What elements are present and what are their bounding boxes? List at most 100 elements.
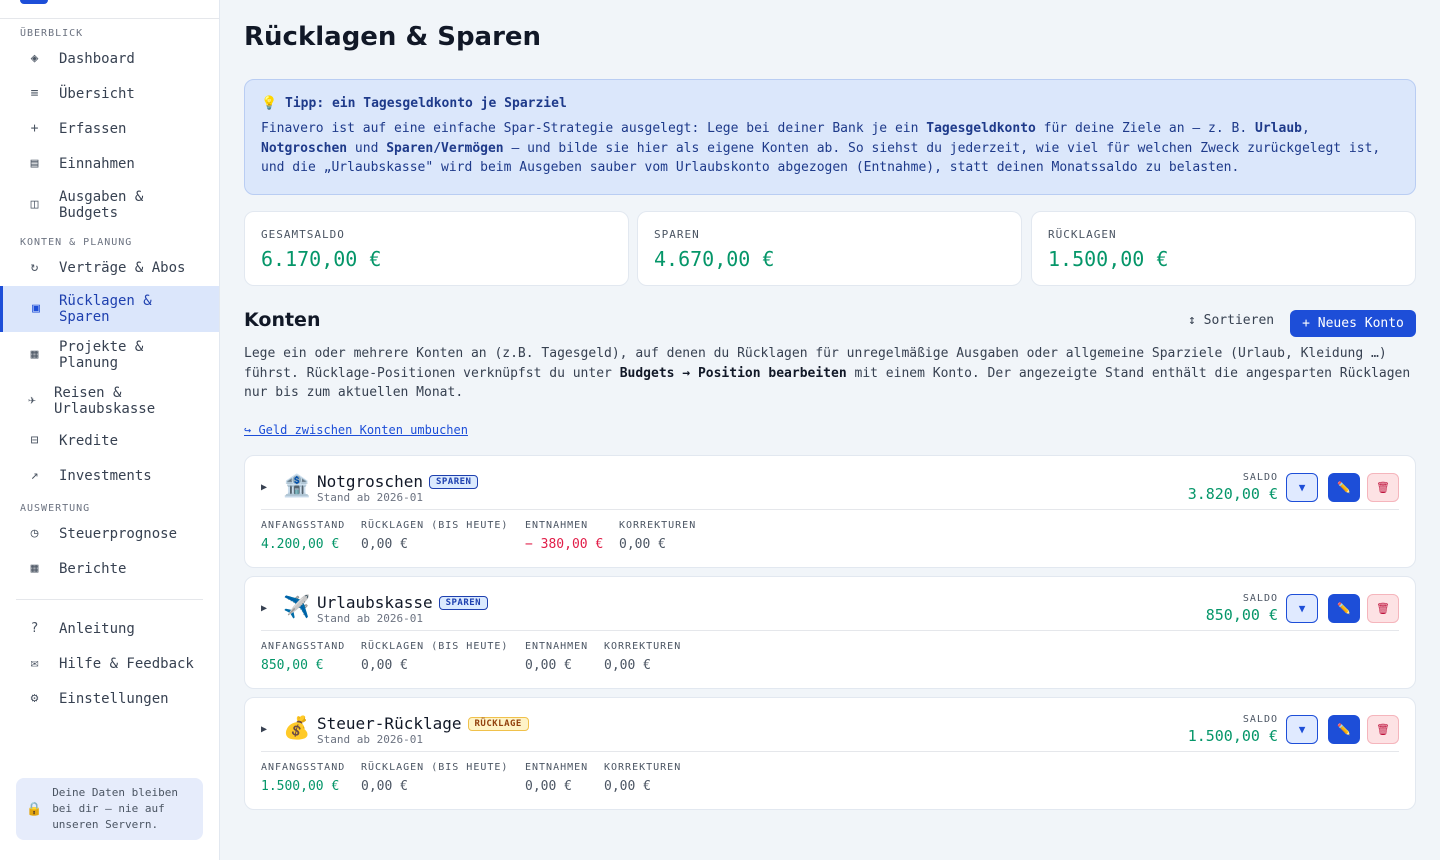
list-icon: ≡ [30,86,39,101]
start-value: 1.500,00 € [261,779,340,794]
saldo-label: SALDO [1242,593,1278,604]
trash-icon: 🗑 [1376,481,1390,494]
sidebar-item-settings[interactable]: ⚙ Einstellungen [0,690,219,708]
pencil-icon: ✏️ [1337,481,1351,494]
pencil-icon: ✏️ [1337,723,1351,736]
start-value: 4.200,00 € [261,537,340,552]
stat-value: 1.500,00 € [1048,247,1169,271]
delete-button[interactable]: 🗑 [1367,473,1399,502]
tip-bold: Tagesgeldkonto [926,121,1036,136]
withdrawals-column: ENTNAHMEN 0,00 € [525,641,588,673]
divider [261,509,1399,510]
sidebar-item-overview[interactable]: ≡ Übersicht [0,85,219,103]
sidebar-item-expenses-budgets[interactable]: ◫ Ausgaben & Budgets [0,188,219,222]
sidebar-item-label: Steuerprognose [59,526,178,542]
sidebar-item-label: Übersicht [59,86,135,102]
delete-button[interactable]: 🗑 [1367,715,1399,744]
question-icon: ? [30,621,39,636]
start-column: ANFANGSSTAND 1.500,00 € [261,762,345,794]
tip-bold: Urlaub [1255,121,1302,136]
column-label: KORREKTUREN [604,762,682,773]
sidebar-item-reserves-savings[interactable]: ▣ Rücklagen & Sparen [0,286,219,332]
account-name-row: Notgroschen SPAREN [317,472,479,491]
tip-text: für deine Ziele an – z. B. [1035,121,1256,136]
sidebar-item-label: Einstellungen [59,691,169,707]
caret-right-icon[interactable]: ▶ [261,603,267,614]
stat-value: 4.670,00 € [654,247,775,271]
edit-button[interactable]: ✏️ [1328,594,1360,623]
sort-button[interactable]: ↕ Sortieren [1188,313,1274,328]
sidebar-item-contracts[interactable]: ↻ Verträge & Abos [0,259,219,277]
app-logo[interactable] [20,0,48,4]
sidebar-item-income[interactable]: ▤ Einnahmen [0,155,219,173]
expand-button[interactable]: ▼ [1286,594,1318,623]
stat-card-total: GESAMTSALDO 6.170,00 € [244,211,629,286]
expand-button[interactable]: ▼ [1286,715,1318,744]
sidebar-item-label: Hilfe & Feedback [59,656,194,672]
saldo-value: 3.820,00 € [1187,485,1278,503]
divider [261,630,1399,631]
sidebar-item-capture[interactable]: + Erfassen [0,120,219,138]
lock-icon: 🔒 [26,801,43,817]
tip-text: und [347,140,387,156]
divider [261,751,1399,752]
stat-label: RÜCKLAGEN [1048,228,1117,241]
sidebar-item-label: Dashboard [59,51,135,67]
expand-button[interactable]: ▼ [1286,473,1318,502]
account-type-badge: SPAREN [428,474,479,489]
desc-bold: Budgets → Position bearbeiten [619,365,847,381]
account-name-row: Steuer-Rücklage RÜCKLAGE [317,714,529,733]
column-label: ANFANGSSTAND [261,762,346,773]
reserves-value: 0,00 € [361,658,408,673]
tip-text: Finavero ist auf eine einfache Spar-Stra… [261,121,927,136]
sidebar-item-dashboard[interactable]: ◈ Dashboard [0,50,219,68]
edit-button[interactable]: ✏️ [1328,473,1360,502]
edit-button[interactable]: ✏️ [1328,715,1360,744]
sidebar-item-credits[interactable]: ⊟ Kredite [0,432,219,450]
tip-body: Finavero ist auf eine einfache Spar-Stra… [261,119,1399,178]
account-card: ▶ 💰 Steuer-Rücklage RÜCKLAGE Stand ab 202… [244,697,1416,810]
caret-right-icon[interactable]: ▶ [261,482,267,493]
section-title-accounts-planning: KONTEN & PLANUNG [20,237,133,248]
accounts-description: Lege ein oder mehrere Konten an (z.B. Ta… [244,344,1416,403]
sidebar-item-label: Einnahmen [59,156,135,172]
column-label: RÜCKLAGEN (BIS HEUTE) [361,641,509,652]
start-value: 850,00 € [261,658,324,673]
account-card: ▶ ✈️ Urlaubskasse SPAREN Stand ab 2026-01… [244,576,1416,689]
budget-icon: ◫ [30,197,39,212]
sidebar-item-tax-forecast[interactable]: ◷ Steuerprognose [0,525,219,543]
money-bag-icon: 💰 [283,716,311,741]
column-label: ENTNAHMEN [525,641,589,652]
trash-icon: 🗑 [1376,602,1390,615]
sidebar-item-help-feedback[interactable]: ✉ Hilfe & Feedback [0,655,219,673]
corrections-column: KORREKTUREN 0,00 € [619,520,696,552]
trend-icon: ↗ [30,468,39,483]
account-name-row: Urlaubskasse SPAREN [317,593,489,612]
transfer-link[interactable]: ↪ Geld zwischen Konten umbuchen [244,423,468,437]
account-stand: Stand ab 2026-01 [317,612,423,625]
savings-icon: ▣ [32,301,40,316]
sidebar-item-label: Erfassen [59,121,127,137]
start-column: ANFANGSSTAND 850,00 € [261,641,345,673]
account-card: ▶ 🏦 Notgroschen SPAREN Stand ab 2026-01 S… [244,455,1416,568]
new-account-button[interactable]: + Neues Konto [1290,310,1416,337]
sidebar-item-reports[interactable]: ▦ Berichte [0,560,219,578]
sidebar-item-guide[interactable]: ? Anleitung [0,620,219,638]
corrections-column: KORREKTUREN 0,00 € [604,762,681,794]
trash-icon: 🗑 [1376,723,1390,736]
pencil-icon: ✏️ [1337,602,1351,615]
caret-right-icon[interactable]: ▶ [261,724,267,735]
account-name: Notgroschen [317,472,423,491]
sidebar: ÜBERBLICK ◈ Dashboard ≡ Übersicht + Erfasse… [0,0,220,860]
stat-card-savings: SPAREN 4.670,00 € [637,211,1022,286]
withdrawals-column: ENTNAHMEN − 380,00 € [525,520,603,552]
sidebar-item-projects[interactable]: ▦ Projekte & Planung [0,338,219,372]
sidebar-item-travel[interactable]: ✈ Reisen & Urlaubskasse [0,384,219,418]
sidebar-item-label: Verträge & Abos [59,260,186,276]
tip-title: 💡 Tipp: ein Tagesgeldkonto je Sparziel [261,96,567,111]
stat-value: 6.170,00 € [261,247,382,271]
sidebar-item-investments[interactable]: ↗ Investments [0,467,219,485]
section-title-overview: ÜBERBLICK [20,28,84,39]
account-type-badge: SPAREN [438,595,489,610]
delete-button[interactable]: 🗑 [1367,594,1399,623]
